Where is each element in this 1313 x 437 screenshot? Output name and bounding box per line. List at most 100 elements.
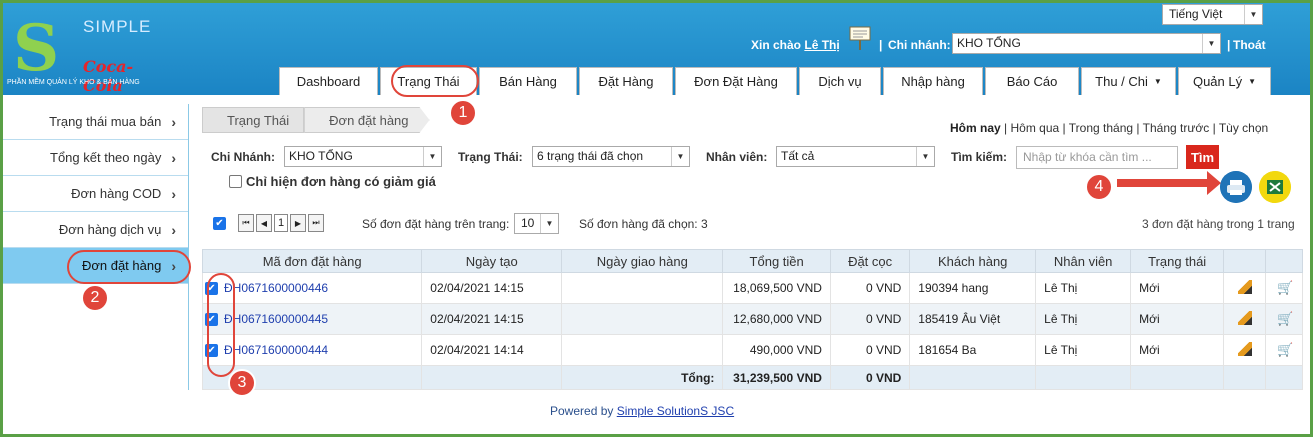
tab-label: Quản Lý xyxy=(1192,74,1243,89)
tab-dat-hang[interactable]: Đặt Hàng xyxy=(579,67,673,95)
pencil-icon[interactable] xyxy=(1237,341,1252,356)
app-header: S SIMPLE Coca-Cola PHẦN MỀM QUẢN LÝ KHO … xyxy=(3,3,1310,95)
branch-select[interactable]: KHO TỔNG ▼ xyxy=(952,33,1221,54)
col-edit xyxy=(1223,249,1267,273)
branch-filter-select[interactable]: KHO TỔNG ▼ xyxy=(284,146,442,167)
range-today[interactable]: Hôm nay xyxy=(950,121,1001,135)
language-select[interactable]: Tiếng Việt ▼ xyxy=(1162,4,1263,25)
chevron-down-icon: ▼ xyxy=(1244,5,1262,24)
created-cell: 02/04/2021 14:15 xyxy=(421,303,563,335)
excel-export-icon[interactable] xyxy=(1259,171,1291,203)
pencil-icon[interactable] xyxy=(1237,279,1252,294)
range-yesterday[interactable]: Hôm qua xyxy=(1011,121,1060,135)
next-page-button[interactable]: ▶ xyxy=(290,214,306,232)
discount-only-label: Chỉ hiện đơn hàng có giảm giá xyxy=(246,174,436,189)
per-page-select[interactable]: 10 ▼ xyxy=(514,213,559,234)
created-cell: 02/04/2021 14:14 xyxy=(421,334,563,366)
last-page-button[interactable]: ⏭ xyxy=(308,214,324,232)
breadcrumb-item[interactable]: Trạng Thái xyxy=(202,107,305,133)
staff-filter-label: Nhân viên: xyxy=(706,150,768,164)
staff-filter-select[interactable]: Tất cả ▼ xyxy=(776,146,935,167)
pager: ✔ ⏮ ◀ 1 ▶ ⏭ xyxy=(213,214,326,232)
cart-delete-icon[interactable]: 🛒 xyxy=(1277,281,1293,295)
order-code-link[interactable]: ĐH0671600000445 xyxy=(224,312,328,326)
sidebar-item-trang-thai-mua-ban[interactable]: Trạng thái mua bán › xyxy=(3,104,188,140)
sidebar-item-cod[interactable]: Đơn hàng COD › xyxy=(3,176,188,212)
tab-nhap-hang[interactable]: Nhập hàng xyxy=(883,67,983,95)
total-empty-cell xyxy=(1265,365,1303,390)
page-number-input[interactable]: 1 xyxy=(274,214,288,232)
tab-label: Dashboard xyxy=(296,74,361,89)
tab-label: Đặt Hàng xyxy=(598,74,654,89)
col-code[interactable]: Mã đơn đặt hàng xyxy=(201,249,423,273)
app-logo[interactable]: S SIMPLE Coca-Cola PHẦN MỀM QUẢN LÝ KHO … xyxy=(7,9,157,95)
select-all-checkbox[interactable]: ✔ xyxy=(213,216,226,230)
tab-label: Dịch vụ xyxy=(818,74,862,89)
sidebar-item-tong-ket[interactable]: Tổng kết theo ngày › xyxy=(3,140,188,176)
tab-quan-ly[interactable]: Quản Lý ▼ xyxy=(1178,67,1271,95)
discount-only-checkbox[interactable]: Chỉ hiện đơn hàng có giảm giá xyxy=(229,174,436,189)
col-customer[interactable]: Khách hàng xyxy=(909,249,1037,273)
staff-cell: Lê Thị xyxy=(1035,272,1132,304)
edit-cell xyxy=(1223,303,1267,335)
tab-thu-chi[interactable]: Thu / Chi ▼ xyxy=(1081,67,1176,95)
chevron-right-icon: › xyxy=(171,113,176,130)
range-last-month[interactable]: Tháng trước xyxy=(1143,121,1210,135)
pencil-icon[interactable] xyxy=(1237,310,1252,325)
breadcrumb-current: Đơn đặt hàng xyxy=(304,107,430,133)
sidebar-item-dich-vu[interactable]: Đơn hàng dịch vụ › xyxy=(3,212,188,248)
selected-count: Số đơn hàng đã chọn: 3 xyxy=(579,217,708,231)
company-link[interactable]: Simple SolutionS JSC xyxy=(617,404,734,418)
first-page-button[interactable]: ⏮ xyxy=(238,214,254,232)
range-this-month[interactable]: Trong tháng xyxy=(1069,121,1133,135)
tab-ban-hang[interactable]: Bán Hàng xyxy=(479,67,577,95)
annotation-badge: 3 xyxy=(228,369,256,397)
status-cell: Mới xyxy=(1130,272,1225,304)
user-link[interactable]: Lê Thị xyxy=(804,38,839,52)
col-delivery[interactable]: Ngày giao hàng xyxy=(561,249,724,273)
order-code-cell[interactable]: ✔ ĐH0671600000445 xyxy=(201,303,423,335)
order-code-link[interactable]: ĐH0671600000446 xyxy=(224,281,328,295)
date-range-links: Hôm nay | Hôm qua | Trong tháng | Tháng … xyxy=(950,121,1268,135)
checkbox[interactable] xyxy=(229,175,242,188)
order-code-cell[interactable]: ✔ ĐH0671600000446 xyxy=(201,272,423,304)
greeting-text: Xin chào xyxy=(751,38,802,52)
breadcrumb: Trạng Thái Đơn đặt hàng xyxy=(202,107,430,133)
print-icon[interactable] xyxy=(1220,171,1252,203)
range-custom[interactable]: Tùy chọn xyxy=(1219,121,1268,135)
delete-cell: 🛒 xyxy=(1265,303,1303,335)
tab-dashboard[interactable]: Dashboard xyxy=(279,67,378,95)
table-row[interactable]: ✔ ĐH0671600000446 02/04/2021 14:15 18,069… xyxy=(201,272,1303,304)
table-row[interactable]: ✔ ĐH0671600000445 02/04/2021 14:15 12,680… xyxy=(201,303,1303,335)
status-filter-label: Trạng Thái: xyxy=(458,150,523,164)
tab-bao-cao[interactable]: Báo Cáo xyxy=(985,67,1079,95)
separator: | xyxy=(879,38,883,52)
col-created[interactable]: Ngày tạo xyxy=(421,249,563,273)
chevron-down-icon: ▼ xyxy=(1202,34,1220,53)
logo-tagline: PHẦN MỀM QUẢN LÝ KHO & BÁN HÀNG xyxy=(7,79,140,86)
chevron-right-icon: › xyxy=(171,185,176,202)
col-deposit[interactable]: Đặt cọc xyxy=(829,249,911,273)
search-input[interactable]: Nhập từ khóa cần tìm ... xyxy=(1016,146,1178,169)
col-status[interactable]: Trạng thái xyxy=(1130,249,1225,273)
order-code-link[interactable]: ĐH0671600000444 xyxy=(224,343,328,357)
order-code-cell[interactable]: ✔ ĐH0671600000444 xyxy=(201,334,423,366)
separator: | xyxy=(1062,121,1066,135)
deposit-cell: 0 VND xyxy=(829,334,911,366)
tab-dich-vu[interactable]: Dịch vụ xyxy=(799,67,881,95)
separator: | xyxy=(1227,38,1231,52)
table-row[interactable]: ✔ ĐH0671600000444 02/04/2021 14:14 490,00… xyxy=(201,334,1303,366)
total-cell: 12,680,000 VND xyxy=(722,303,831,335)
prev-page-button[interactable]: ◀ xyxy=(256,214,272,232)
branch-value: KHO TỔNG xyxy=(957,36,1021,50)
search-button[interactable]: Tìm xyxy=(1186,145,1219,169)
logout-link[interactable]: Thoát xyxy=(1233,38,1266,52)
tab-label: Thu / Chi xyxy=(1095,74,1148,89)
tab-don-dat-hang[interactable]: Đơn Đặt Hàng xyxy=(675,67,797,95)
col-staff[interactable]: Nhân viên xyxy=(1035,249,1132,273)
cart-delete-icon[interactable]: 🛒 xyxy=(1277,343,1293,357)
status-filter-select[interactable]: 6 trạng thái đã chọn ▼ xyxy=(532,146,690,167)
cart-delete-icon[interactable]: 🛒 xyxy=(1277,312,1293,326)
col-total[interactable]: Tổng tiền xyxy=(722,249,831,273)
notice-board-icon[interactable] xyxy=(849,25,871,51)
